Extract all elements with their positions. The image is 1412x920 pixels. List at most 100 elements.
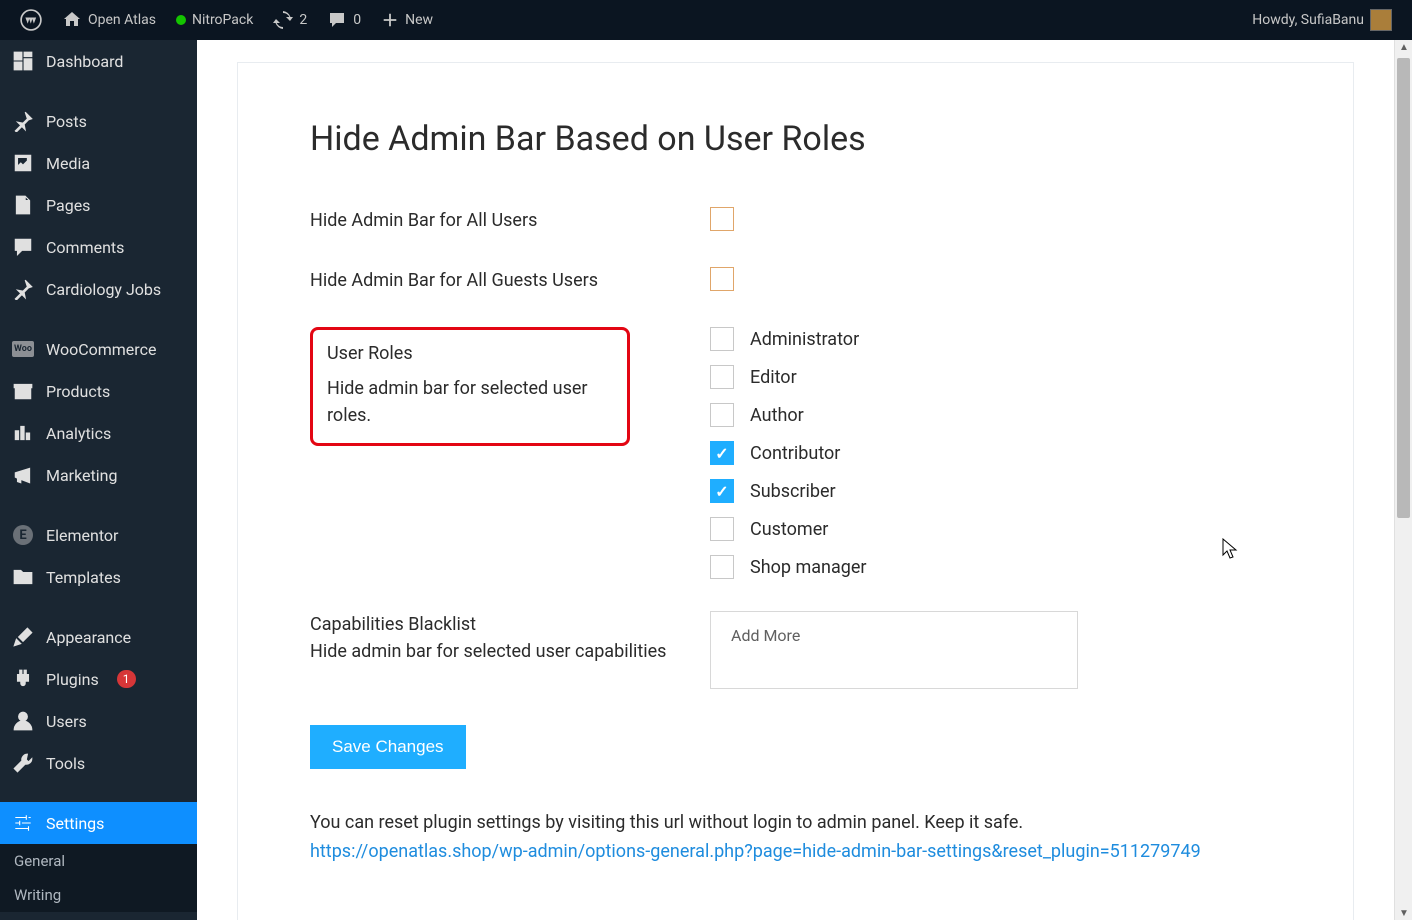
sidebar-item-label: Elementor — [46, 526, 118, 545]
role-label: Subscriber — [750, 481, 836, 502]
sidebar-item-comments[interactable]: Comments — [0, 226, 197, 268]
scrollbar-thumb[interactable] — [1397, 58, 1410, 518]
roles-checklist: Administrator Editor Author Contributor Subs… — [710, 327, 1281, 579]
role-row-author[interactable]: Author — [710, 403, 1281, 427]
main-content: Hide Admin Bar Based on User Roles Hide … — [197, 40, 1394, 920]
sidebar-item-label: WooCommerce — [46, 340, 156, 359]
browser-scrollbar[interactable]: ▲ ▼ — [1394, 40, 1412, 920]
role-label: Administrator — [750, 329, 859, 350]
menu-icon-wrap — [12, 464, 34, 486]
elementor-icon: E — [13, 525, 33, 545]
sidebar-item-tools[interactable]: Tools — [0, 742, 197, 784]
sidebar-item-cardiology-jobs[interactable]: Cardiology Jobs — [0, 268, 197, 310]
checkbox-hide-all-users[interactable] — [710, 207, 734, 231]
plus-icon — [381, 11, 399, 29]
menu-icon-wrap — [12, 380, 34, 402]
role-checkbox[interactable] — [710, 327, 734, 351]
sidebar-item-elementor[interactable]: E Elementor — [0, 514, 197, 556]
sidebar-item-media[interactable]: Media — [0, 142, 197, 184]
role-checkbox[interactable] — [710, 365, 734, 389]
new-link[interactable]: New — [371, 0, 443, 40]
comments-count: 0 — [353, 12, 361, 28]
role-row-contributor[interactable]: Contributor — [710, 441, 1281, 465]
menu-icon-wrap — [12, 566, 34, 588]
wordpress-icon — [20, 9, 42, 31]
role-checkbox[interactable] — [710, 479, 734, 503]
settings-submenu: GeneralWriting — [0, 844, 197, 912]
updates-link[interactable]: 2 — [263, 0, 317, 40]
avatar-icon — [1370, 9, 1392, 31]
user-greeting[interactable]: Howdy, SufiaBanu — [1242, 0, 1402, 40]
site-name: Open Atlas — [88, 12, 156, 28]
scroll-down-icon[interactable]: ▼ — [1399, 908, 1408, 918]
reset-link[interactable]: https://openatlas.shop/wp-admin/options-… — [310, 841, 1201, 862]
capabilities-input[interactable]: Add More — [710, 611, 1078, 689]
sidebar-item-posts[interactable]: Posts — [0, 100, 197, 142]
menu-icon-wrap: Woo — [12, 338, 34, 360]
menu-icon-wrap — [12, 626, 34, 648]
sidebar-item-label: Appearance — [46, 628, 131, 647]
role-checkbox[interactable] — [710, 517, 734, 541]
role-row-shop-manager[interactable]: Shop manager — [710, 555, 1281, 579]
capabilities-title: Capabilities Blacklist — [310, 614, 476, 635]
sidebar-item-settings[interactable]: Settings — [0, 802, 197, 844]
sidebar-item-plugins[interactable]: Plugins1 — [0, 658, 197, 700]
woocommerce-icon: Woo — [12, 341, 34, 357]
menu-icon-wrap — [12, 710, 34, 732]
nitropack-status-icon — [176, 15, 186, 25]
pin-icon — [12, 110, 34, 132]
menu-icon-wrap: E — [12, 524, 34, 546]
user-roles-title: User Roles — [327, 343, 413, 364]
pages-icon — [12, 194, 34, 216]
role-checkbox[interactable] — [710, 555, 734, 579]
submenu-item-general[interactable]: General — [0, 844, 197, 878]
save-button[interactable]: Save Changes — [310, 725, 466, 769]
sidebar-item-users[interactable]: Users — [0, 700, 197, 742]
row-capabilities: Capabilities Blacklist Hide admin bar fo… — [310, 611, 1281, 689]
capabilities-sub: Hide admin bar for selected user capabil… — [310, 638, 710, 665]
sidebar-item-label: Tools — [46, 754, 85, 773]
user-icon — [12, 710, 34, 732]
sidebar-item-appearance[interactable]: Appearance — [0, 616, 197, 658]
products-icon — [12, 380, 34, 402]
wp-logo-link[interactable] — [10, 0, 52, 40]
updates-count: 2 — [299, 12, 307, 28]
role-checkbox[interactable] — [710, 441, 734, 465]
media-icon — [12, 152, 34, 174]
sidebar-item-label: Dashboard — [46, 52, 123, 71]
nitropack-link[interactable]: NitroPack — [166, 0, 263, 40]
megaphone-icon — [12, 464, 34, 486]
role-checkbox[interactable] — [710, 403, 734, 427]
settings-card: Hide Admin Bar Based on User Roles Hide … — [237, 62, 1354, 920]
row-hide-all-guests: Hide Admin Bar for All Guests Users — [310, 267, 1281, 295]
sidebar-item-woocommerce[interactable]: Woo WooCommerce — [0, 328, 197, 370]
brush-icon — [12, 626, 34, 648]
sidebar-item-analytics[interactable]: Analytics — [0, 412, 197, 454]
user-roles-sub: Hide admin bar for selected user roles. — [327, 375, 613, 429]
sidebar-item-dashboard[interactable]: Dashboard — [0, 40, 197, 82]
badge: 1 — [117, 670, 136, 688]
role-row-editor[interactable]: Editor — [710, 365, 1281, 389]
scroll-up-icon[interactable]: ▲ — [1399, 42, 1408, 52]
sidebar-item-templates[interactable]: Templates — [0, 556, 197, 598]
role-row-subscriber[interactable]: Subscriber — [710, 479, 1281, 503]
sidebar-item-label: Analytics — [46, 424, 111, 443]
comments-icon — [12, 236, 34, 258]
row-hide-all-users: Hide Admin Bar for All Users — [310, 207, 1281, 235]
role-row-customer[interactable]: Customer — [710, 517, 1281, 541]
sidebar-item-products[interactable]: Products — [0, 370, 197, 412]
comments-link[interactable]: 0 — [317, 0, 371, 40]
sidebar-item-label: Templates — [46, 568, 121, 587]
sidebar-item-pages[interactable]: Pages — [0, 184, 197, 226]
wp-admin-bar: Open Atlas NitroPack 2 0 New Howdy, Sufi… — [0, 0, 1412, 40]
role-row-administrator[interactable]: Administrator — [710, 327, 1281, 351]
checkbox-hide-all-guests[interactable] — [710, 267, 734, 291]
site-home-link[interactable]: Open Atlas — [52, 0, 166, 40]
sidebar-item-marketing[interactable]: Marketing — [0, 454, 197, 496]
role-label: Editor — [750, 367, 797, 388]
submenu-item-writing[interactable]: Writing — [0, 878, 197, 912]
sidebar-item-label: Cardiology Jobs — [46, 280, 161, 299]
role-label: Shop manager — [750, 557, 867, 578]
comment-icon — [327, 10, 347, 30]
row-user-roles: User Roles Hide admin bar for selected u… — [310, 327, 1281, 579]
